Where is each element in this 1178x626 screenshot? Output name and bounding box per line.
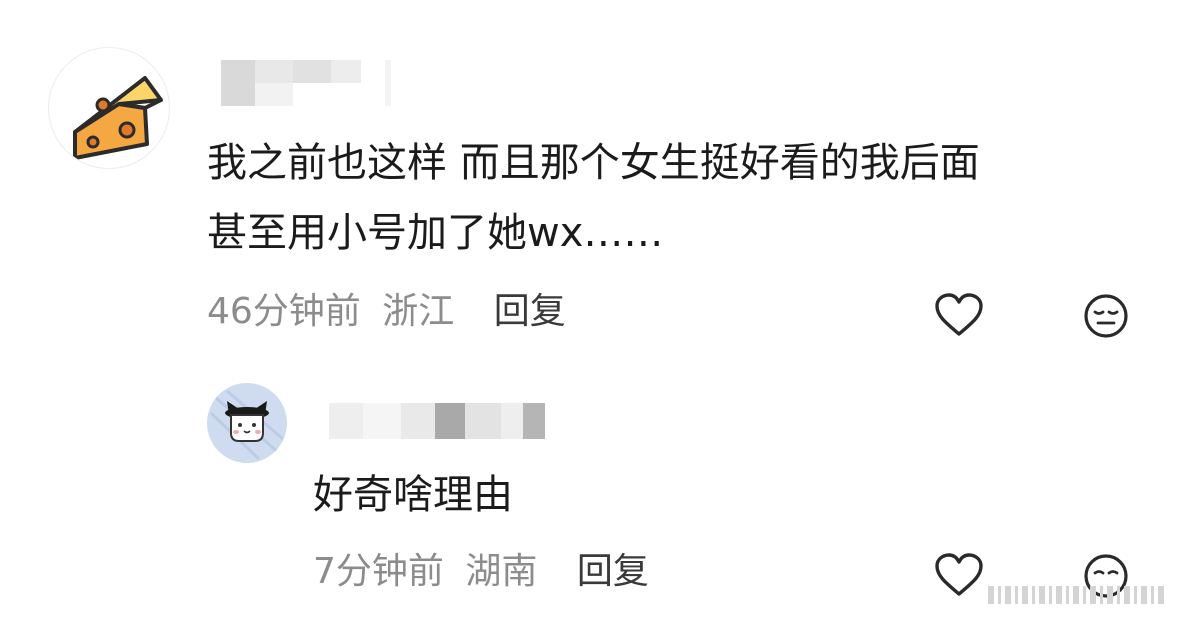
commenter-avatar[interactable] [48,47,170,169]
heart-icon [935,553,983,596]
comment-location: 浙江 [382,291,455,332]
reply-time: 7分钟前 [313,551,444,592]
reply-username-redacted[interactable] [329,403,545,439]
react-button[interactable] [1082,292,1130,340]
reply-location: 湖南 [465,551,538,592]
reply-meta: 7分钟前 湖南 回复 [313,550,649,594]
watermark-logo [988,582,1168,612]
comment-text-line-1: 我之前也这样 而且那个女生挺好看的我后面 [207,140,980,186]
like-button[interactable] [934,292,984,338]
cat-avatar-icon [209,389,284,461]
like-button-2[interactable] [934,552,984,598]
reply-text: 好奇啥理由 [313,472,513,518]
expressionless-face-icon [1084,294,1128,338]
cheese-icon [73,76,163,160]
comment-text-line-2: 甚至用小号加了她wx…… [207,210,664,256]
comment-text: 我之前也这样 而且那个女生挺好看的我后面 甚至用小号加了她wx…… [207,128,980,268]
comment-time: 46分钟前 [207,291,361,332]
comment-meta: 46分钟前 浙江 回复 [207,290,566,334]
commenter-username-redacted[interactable] [221,60,391,106]
heart-icon [935,293,983,336]
reply-button[interactable]: 回复 [494,291,566,332]
reply-commenter-avatar[interactable] [207,383,287,463]
reply-button-2[interactable]: 回复 [577,551,649,592]
